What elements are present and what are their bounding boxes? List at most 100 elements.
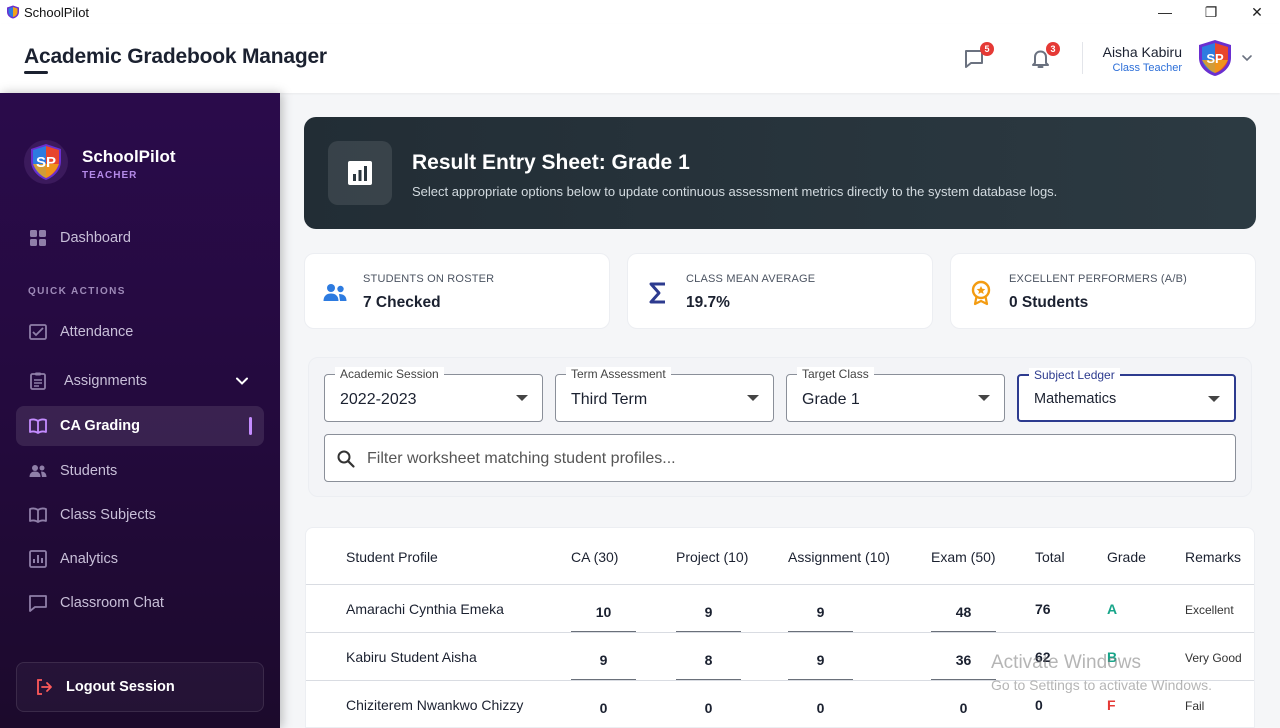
stat-label: EXCELLENT PERFORMERS (A/B) — [1009, 273, 1187, 285]
app-name: SchoolPilot — [24, 4, 90, 20]
sidebar-item-label: Dashboard — [60, 230, 131, 246]
sidebar-item-students[interactable]: Students — [16, 451, 264, 491]
column-header-total: Total — [1035, 549, 1065, 565]
app-header: Academic Gradebook Manager 5 3 Aisha Kab… — [0, 24, 1280, 93]
stat-value: 0 Students — [1009, 294, 1089, 311]
grades-table: Student Profile CA (30) Project (10) Ass… — [305, 527, 1255, 728]
stat-value: 19.7% — [686, 294, 730, 311]
close-window-button[interactable]: ✕ — [1234, 0, 1280, 24]
search-icon — [337, 450, 355, 468]
table-row: Amarachi Cynthia Emeka 10 9 9 48 76 A Ex… — [306, 585, 1254, 633]
column-header-ca: CA (30) — [571, 549, 619, 565]
search-field[interactable] — [324, 434, 1236, 482]
app-logo-icon — [7, 5, 19, 19]
award-icon — [971, 280, 991, 306]
page-title: Academic Gradebook Manager — [24, 45, 327, 68]
bar-chart-icon — [348, 161, 372, 185]
student-name: Amarachi Cynthia Emeka — [346, 601, 504, 617]
ca-score-input[interactable]: 0 — [571, 689, 636, 727]
column-header-remarks: Remarks — [1185, 549, 1242, 565]
window-titlebar: SchoolPilot — ❐ ✕ — [0, 0, 1280, 24]
dashboard-icon — [30, 230, 46, 246]
target-class-select[interactable]: Target Class Grade 1 — [786, 367, 1005, 422]
sidebar-item-ca-grading[interactable]: CA Grading — [16, 406, 264, 446]
caret-down-icon — [747, 395, 759, 401]
assignment-score-input[interactable]: 0 — [788, 689, 853, 727]
sidebar-item-class-subjects[interactable]: Class Subjects — [16, 495, 264, 535]
column-header-assignment: Assignment (10) — [788, 549, 890, 565]
total-score: 76 — [1035, 601, 1051, 617]
book-open-icon — [29, 418, 47, 434]
project-score-input[interactable]: 0 — [676, 689, 741, 727]
sigma-icon — [649, 282, 665, 304]
analytics-icon — [29, 550, 47, 568]
field-value: Third Term — [571, 391, 648, 408]
brand-role: TEACHER — [82, 170, 138, 181]
search-input[interactable] — [367, 445, 1217, 473]
restore-button[interactable]: ❐ — [1188, 0, 1234, 24]
stat-card-mean: CLASS MEAN AVERAGE 19.7% — [627, 253, 933, 329]
notifications-button[interactable]: 3 — [1028, 42, 1060, 72]
chat-icon — [29, 595, 47, 612]
assignment-score-input[interactable]: 9 — [788, 593, 853, 632]
field-value: Grade 1 — [802, 391, 860, 408]
stat-card-excellent: EXCELLENT PERFORMERS (A/B) 0 Students — [950, 253, 1256, 329]
total-score: 0 — [1035, 697, 1043, 713]
student-name: Kabiru Student Aisha — [346, 649, 477, 665]
ca-score-input[interactable]: 9 — [571, 641, 636, 680]
project-score-input[interactable]: 9 — [676, 593, 741, 632]
sidebar-item-label: Attendance — [60, 324, 134, 340]
sidebar-item-classroom-chat[interactable]: Classroom Chat — [16, 583, 264, 623]
table-header: Student Profile CA (30) Project (10) Ass… — [306, 528, 1254, 585]
attendance-icon — [29, 324, 47, 340]
remark-text: Excellent — [1185, 603, 1234, 617]
term-assessment-select[interactable]: Term Assessment Third Term — [555, 367, 774, 422]
stat-value: 7 Checked — [363, 294, 441, 311]
messages-button[interactable]: 5 — [962, 42, 994, 72]
exam-score-input[interactable]: 0 — [931, 689, 996, 727]
exam-score-input[interactable]: 36 — [931, 641, 996, 680]
avatar[interactable]: SP — [1196, 39, 1234, 77]
header-divider — [1082, 42, 1083, 74]
sidebar-item-analytics[interactable]: Analytics — [16, 539, 264, 579]
sidebar-item-label: Students — [60, 463, 118, 479]
sidebar-item-dashboard[interactable]: Dashboard — [16, 218, 264, 258]
users-icon — [29, 465, 47, 477]
stat-card-roster: STUDENTS ON ROSTER 7 Checked — [304, 253, 610, 329]
ca-score-input[interactable]: 10 — [571, 593, 636, 632]
user-name: Aisha Kabiru — [1102, 44, 1182, 60]
caret-down-icon — [1208, 396, 1220, 402]
column-header-student: Student Profile — [346, 549, 438, 565]
chevron-down-icon[interactable] — [234, 373, 250, 389]
sidebar-item-label: Analytics — [60, 551, 119, 567]
hero-icon-tile — [328, 141, 392, 205]
hero-banner: Result Entry Sheet: Grade 1 Select appro… — [304, 117, 1256, 229]
clipboard-icon — [30, 372, 46, 390]
sidebar-item-label: Class Subjects — [60, 507, 156, 523]
hero-title: Result Entry Sheet: Grade 1 — [412, 151, 690, 174]
activation-watermark-subtitle: Go to Settings to activate Windows. — [991, 677, 1212, 693]
user-role: Class Teacher — [1112, 62, 1183, 74]
subject-ledger-select[interactable]: Subject Ledger Mathematics — [1017, 368, 1236, 422]
remark-text: Very Good — [1185, 651, 1242, 665]
brand-logo-text: SP — [36, 154, 56, 171]
student-name: Chiziterem Nwankwo Chizzy — [346, 697, 524, 713]
project-score-input[interactable]: 8 — [676, 641, 741, 680]
logout-button[interactable]: Logout Session — [16, 662, 264, 712]
field-label: Subject Ledger — [1029, 368, 1120, 382]
field-label: Academic Session — [335, 367, 444, 381]
sidebar-item-attendance[interactable]: Attendance — [16, 312, 264, 352]
brand-name: SchoolPilot — [82, 147, 176, 166]
exam-score-input[interactable]: 48 — [931, 593, 996, 632]
academic-session-select[interactable]: Academic Session 2022-2023 — [324, 367, 543, 422]
sidebar-item-assignments[interactable]: Assignments — [16, 361, 264, 401]
sidebar-item-label: Classroom Chat — [60, 595, 164, 611]
chevron-down-icon[interactable] — [1240, 51, 1254, 65]
grade-letter: F — [1107, 697, 1116, 713]
sidebar: SP SchoolPilot TEACHER Dashboard QUICK A… — [0, 93, 280, 728]
stat-label: STUDENTS ON ROSTER — [363, 273, 495, 285]
assignment-score-input[interactable]: 9 — [788, 641, 853, 680]
activation-watermark-title: Activate Windows — [991, 652, 1141, 673]
minimize-button[interactable]: — — [1142, 0, 1188, 24]
book-icon — [29, 507, 47, 523]
